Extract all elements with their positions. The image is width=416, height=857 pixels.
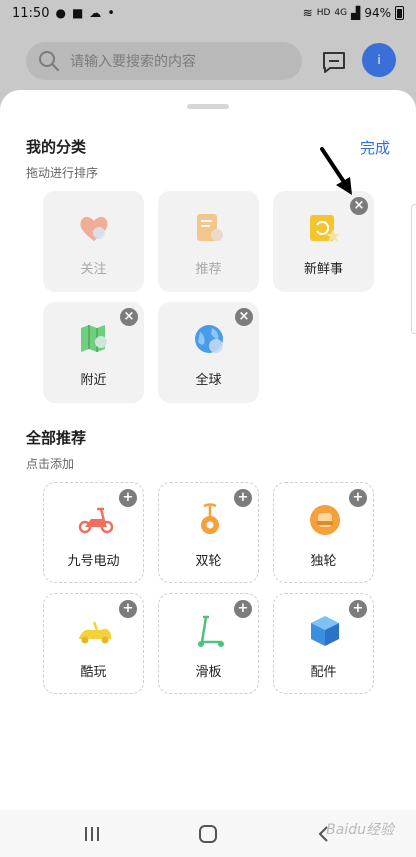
recent-apps-icon[interactable] [80,824,104,844]
all-recommend-subtitle: 点击添加 [26,457,75,471]
recommend-tile-ninebot-electric[interactable]: 九号电动 + [43,482,144,583]
category-label: 附近 [80,373,107,388]
category-label: 关注 [80,262,107,277]
watermark: Baidu经验 [326,822,394,838]
recommend-label: 配件 [310,665,337,680]
scooter-icon [78,507,114,534]
message-icon: ■ [71,6,84,20]
my-categories-subtitle: 拖动进行排序 [26,166,99,180]
remove-category-button[interactable]: × [235,308,253,326]
recommend-tile-skateboard[interactable]: 滑板 + [158,593,259,694]
search-icon [39,51,59,71]
wifi-icon: ≋ [302,6,313,20]
gokart-icon [79,621,111,644]
recommend-tile-accessories[interactable]: 配件 + [273,593,374,694]
category-sheet: 我的分类 拖动进行排序 完成 关注 推荐 新鲜事 × 附近 × 全球 × 全部推… [0,90,416,810]
battery-icon [395,6,404,20]
annotation-arrow-icon [320,147,352,195]
search-input[interactable]: 请输入要搜索的内容 [26,42,302,80]
add-category-button[interactable]: + [119,489,137,507]
add-category-button[interactable]: + [349,489,367,507]
add-category-button[interactable]: + [349,600,367,618]
unicycle-icon [310,505,340,535]
add-category-button[interactable]: + [234,600,252,618]
map-icon [81,325,107,352]
all-recommend-grid: 九号电动 + 双轮 + 独轮 + 酷玩 + 滑板 + 配件 + [43,482,374,694]
chat-icon[interactable] [320,48,348,76]
my-categories-grid: 关注 推荐 新鲜事 × 附近 × 全球 × [43,191,374,403]
signal-label: 4G [334,8,348,18]
cloud-icon: ☁ [89,6,102,20]
remove-category-button[interactable]: × [350,197,368,215]
add-category-button[interactable]: + [234,489,252,507]
avatar[interactable]: i [362,43,396,77]
recommend-label: 滑板 [195,665,222,680]
sheet-drag-handle[interactable] [187,104,229,109]
recommend-label: 酷玩 [80,665,107,680]
add-category-button[interactable]: + [119,600,137,618]
balance-scooter-icon [201,503,219,534]
category-label: 新鲜事 [303,262,343,277]
battery-percent: 94% [364,6,391,20]
kick-scooter-icon [198,615,224,647]
search-placeholder: 请输入要搜索的内容 [70,54,196,70]
status-dot: • [107,5,115,21]
signal-icon: ▟ [351,6,361,20]
recommend-tile-unicycle[interactable]: 独轮 + [273,482,374,583]
box-icon [311,616,339,646]
category-tile-global[interactable]: 全球 × [158,302,259,403]
scroll-indicator [411,204,416,334]
done-button[interactable]: 完成 [360,137,390,158]
category-label: 全球 [195,373,222,388]
category-tile-news[interactable]: 新鲜事 × [273,191,374,292]
recommend-label: 独轮 [310,554,337,569]
system-nav-bar: Baidu经验 [0,810,416,857]
wechat-icon: ● [55,6,66,20]
news-icon [310,215,340,242]
my-categories-title: 我的分类 [26,138,87,156]
document-icon [197,214,223,241]
category-label: 推荐 [195,262,222,277]
status-bar: 11:50 ● ■ ☁ • ≋ HD 4G ▟ 94% [0,0,416,26]
all-recommend-title: 全部推荐 [26,429,87,447]
status-time: 11:50 [12,5,50,21]
category-tile-nearby[interactable]: 附近 × [43,302,144,403]
category-tile-recommend[interactable]: 推荐 [158,191,259,292]
recommend-label: 九号电动 [67,554,120,569]
heart-icon [80,216,108,241]
home-icon[interactable] [196,824,220,844]
recommend-tile-cool-play[interactable]: 酷玩 + [43,593,144,694]
top-bar: 请输入要搜索的内容 i [0,40,416,84]
globe-icon [195,325,223,353]
recommend-label: 双轮 [195,554,222,569]
remove-category-button[interactable]: × [120,308,138,326]
network-label: HD [316,8,331,18]
recommend-tile-two-wheel[interactable]: 双轮 + [158,482,259,583]
category-tile-follow[interactable]: 关注 [43,191,144,292]
